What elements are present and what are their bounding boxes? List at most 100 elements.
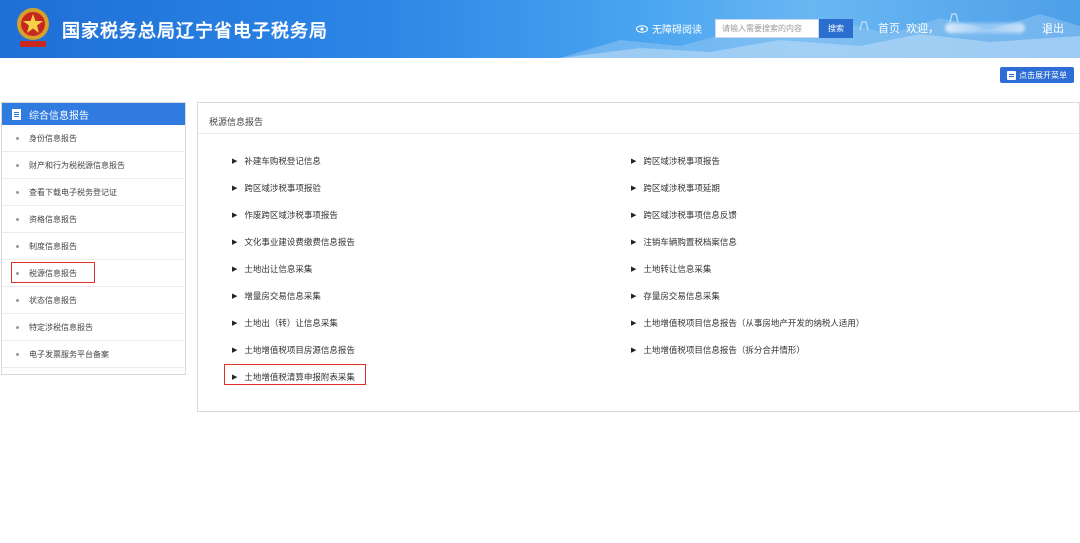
home-link[interactable]: 首页 xyxy=(878,20,900,36)
menu-item[interactable]: ▶ 文化事业建设费缴费信息报告 xyxy=(232,236,355,248)
menu-item[interactable]: ▶ 跨区域涉税事项报验 xyxy=(232,182,321,194)
menu-item-label: 土地出（转）让信息采集 xyxy=(244,319,338,329)
search-bar: 搜索 xyxy=(715,19,853,38)
menu-item-label: 跨区域涉税事项报告 xyxy=(643,157,720,167)
expand-menu-button[interactable]: 点击展开菜单 xyxy=(1000,67,1074,83)
bullet-icon xyxy=(16,325,19,329)
document-icon xyxy=(12,108,21,120)
search-input[interactable] xyxy=(715,19,819,38)
triangle-right-icon: ▶ xyxy=(631,184,637,192)
site-title: 国家税务总局辽宁省电子税务局 xyxy=(62,21,328,42)
triangle-right-icon: ▶ xyxy=(631,346,637,354)
sidebar-item-label: 状态信息报告 xyxy=(29,295,77,305)
menu-item-label: 补建车购税登记信息 xyxy=(244,157,321,167)
menu-item[interactable]: ▶ 土地转让信息采集 xyxy=(631,263,711,275)
triangle-right-icon: ▶ xyxy=(232,346,238,354)
national-emblem-logo xyxy=(17,8,49,47)
menu-item-label: 作废跨区域涉税事项报告 xyxy=(244,211,338,221)
bullet-icon xyxy=(16,136,19,140)
sidebar-item-label: 电子发票服务平台备案 xyxy=(29,349,109,359)
menu-item[interactable]: ▶ 存量房交易信息采集 xyxy=(631,290,720,302)
sidebar-item[interactable]: 身份信息报告 xyxy=(2,125,185,152)
menu-item[interactable]: ▶ 土地增值税项目信息报告（从事房地产开发的纳税人适用） xyxy=(631,317,864,329)
menu-item-label: 土地转让信息采集 xyxy=(643,265,712,275)
triangle-right-icon: ▶ xyxy=(232,238,238,246)
menu-item[interactable]: ▶ 土地出让信息采集 xyxy=(232,263,312,275)
bullet-icon xyxy=(16,217,19,221)
sidebar-item[interactable]: 资格信息报告 xyxy=(2,206,185,233)
bullet-icon xyxy=(16,352,19,356)
section-title: 税源信息报告 xyxy=(209,118,264,128)
bullet-icon xyxy=(16,190,19,194)
sidebar-title: 综合信息报告 xyxy=(29,110,89,122)
sidebar-item[interactable]: 状态信息报告 xyxy=(2,287,185,314)
bullet-icon xyxy=(16,244,19,248)
sidebar-item-label: 特定涉税信息报告 xyxy=(29,322,93,332)
triangle-right-icon: ▶ xyxy=(232,265,238,273)
triangle-right-icon: ▶ xyxy=(631,157,637,165)
menu-item-label: 注销车辆购置税档案信息 xyxy=(643,238,737,248)
sidebar: 综合信息报告 身份信息报告 财产和行为税税源信息报告 查看下载电子税务登记证 资… xyxy=(1,102,186,375)
menu-item[interactable]: ▶ 补建车购税登记信息 xyxy=(232,155,321,167)
username-redacted xyxy=(945,23,1025,33)
sidebar-item-label: 身份信息报告 xyxy=(29,133,77,143)
menu-item[interactable]: ▶ 跨区域涉税事项信息反馈 xyxy=(631,209,737,221)
triangle-right-icon: ▶ xyxy=(232,211,238,219)
top-header: 国家税务总局辽宁省电子税务局 无障碍阅读 搜索 首页 欢迎， | 退出 xyxy=(0,0,1080,58)
expand-menu-label: 点击展开菜单 xyxy=(1019,70,1067,80)
menu-item-label: 跨区域涉税事项报验 xyxy=(244,184,321,194)
menu-item[interactable]: ▶ 跨区域涉税事项延期 xyxy=(631,182,720,194)
menu-item-label: 跨区域涉税事项信息反馈 xyxy=(643,211,737,221)
menu-item-label: 跨区域涉税事项延期 xyxy=(643,184,720,194)
triangle-right-icon: ▶ xyxy=(631,265,637,273)
sidebar-item-label: 制度信息报告 xyxy=(29,241,77,251)
menu-item[interactable]: ▶ 作废跨区域涉税事项报告 xyxy=(232,209,338,221)
sidebar-list: 身份信息报告 财产和行为税税源信息报告 查看下载电子税务登记证 资格信息报告 制… xyxy=(2,125,185,368)
menu-item[interactable]: ▶ 土地增值税项目信息报告（拆分合并情形） xyxy=(631,344,805,356)
triangle-right-icon: ▶ xyxy=(232,292,238,300)
menu-item-label: 土地增值税项目房源信息报告 xyxy=(244,346,355,356)
sidebar-header[interactable]: 综合信息报告 xyxy=(2,103,185,125)
welcome-label: 欢迎， xyxy=(906,22,939,35)
bullet-icon xyxy=(16,163,19,167)
menu-item-label: 存量房交易信息采集 xyxy=(643,292,720,302)
menu-item-label: 土地增值税项目信息报告（拆分合并情形） xyxy=(643,346,805,356)
menu-item[interactable]: ▶ 注销车辆购置税档案信息 xyxy=(631,236,737,248)
sidebar-item-label: 查看下载电子税务登记证 xyxy=(29,187,117,197)
menu-item-label: 文化事业建设费缴费信息报告 xyxy=(244,238,355,248)
menu-item-highlighted[interactable]: ▶ 土地增值税清算申报附表采集 xyxy=(224,364,366,385)
highlight-box xyxy=(224,364,366,385)
bullet-icon xyxy=(16,298,19,302)
accessibility-label: 无障碍阅读 xyxy=(652,25,702,36)
triangle-right-icon: ▶ xyxy=(232,157,238,165)
main-panel: 税源信息报告 ▶ 补建车购税登记信息 ▶ 跨区域涉税事项报验 ▶ 作废跨区域涉税事项报… xyxy=(197,102,1080,412)
sidebar-item[interactable]: 查看下载电子税务登记证 xyxy=(2,179,185,206)
sidebar-item-label: 财产和行为税税源信息报告 xyxy=(29,160,125,170)
triangle-right-icon: ▶ xyxy=(631,238,637,246)
accessibility-reading-link[interactable]: 无障碍阅读 xyxy=(636,21,702,36)
sidebar-item[interactable]: 财产和行为税税源信息报告 xyxy=(2,152,185,179)
triangle-right-icon: ▶ xyxy=(232,319,238,327)
logout-link[interactable]: 退出 xyxy=(1042,20,1064,36)
sidebar-item-active[interactable]: 税源信息报告 xyxy=(2,260,185,287)
triangle-right-icon: ▶ xyxy=(631,319,637,327)
menu-item-label: 土地出让信息采集 xyxy=(244,265,313,275)
sidebar-item[interactable]: 制度信息报告 xyxy=(2,233,185,260)
eye-icon xyxy=(636,24,648,33)
sidebar-item-label: 资格信息报告 xyxy=(29,214,77,224)
menu-doc-icon xyxy=(1007,70,1016,80)
menu-item[interactable]: ▶ 增量房交易信息采集 xyxy=(232,290,321,302)
header-nav: 首页 欢迎， | xyxy=(878,20,1049,36)
menu-item[interactable]: ▶ 土地出（转）让信息采集 xyxy=(232,317,338,329)
menu-item[interactable]: ▶ 跨区域涉税事项报告 xyxy=(631,155,720,167)
triangle-right-icon: ▶ xyxy=(631,211,637,219)
menu-item-label: 增量房交易信息采集 xyxy=(244,292,321,302)
search-button[interactable]: 搜索 xyxy=(819,19,853,38)
sidebar-item[interactable]: 特定涉税信息报告 xyxy=(2,314,185,341)
triangle-right-icon: ▶ xyxy=(232,184,238,192)
menu-item-label: 土地增值税项目信息报告（从事房地产开发的纳税人适用） xyxy=(643,319,865,329)
divider xyxy=(198,133,1079,134)
triangle-right-icon: ▶ xyxy=(631,292,637,300)
sidebar-item[interactable]: 电子发票服务平台备案 xyxy=(2,341,185,368)
menu-item[interactable]: ▶ 土地增值税项目房源信息报告 xyxy=(232,344,355,356)
